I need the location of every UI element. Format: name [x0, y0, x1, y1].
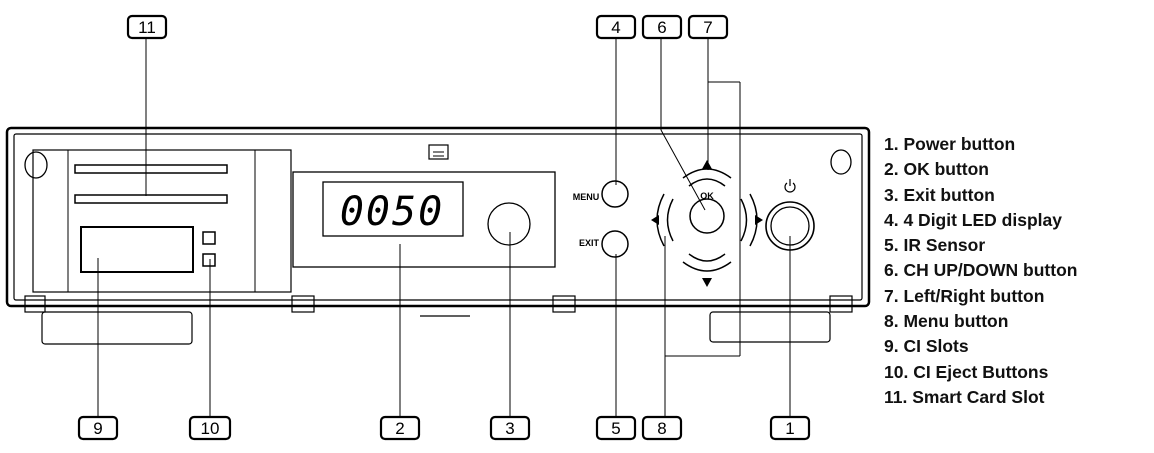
- callout-7: 7: [687, 14, 729, 40]
- callout-8: 8: [641, 415, 683, 441]
- right-screw-hole: [830, 149, 852, 175]
- callout-3-label: 3: [505, 419, 514, 438]
- callout-1-label: 1: [785, 419, 794, 438]
- nav-up-arrow-icon: [702, 160, 712, 169]
- legend-item: 7. Left/Right button: [884, 285, 1045, 306]
- callout-8-label: 8: [657, 419, 666, 438]
- legend-item: 9. CI Slots: [884, 336, 969, 357]
- callout-5: 5: [595, 415, 637, 441]
- menu-button-label: MENU: [573, 192, 600, 202]
- callout-4-label: 4: [611, 18, 620, 37]
- nav-up-arc: [682, 168, 732, 179]
- callout-11-label: 11: [138, 18, 156, 37]
- legend-item: 4. 4 Digit LED display: [884, 209, 1062, 230]
- callout-5-label: 5: [611, 419, 620, 438]
- led-display-digits: 0050: [340, 189, 444, 235]
- ci-eject-button-1: [202, 231, 216, 245]
- nav-left-arrow-icon: [651, 215, 659, 225]
- ok-button-label: OK: [700, 191, 714, 201]
- callout-6: 6: [641, 14, 683, 40]
- legend-item: 11. Smart Card Slot: [884, 386, 1045, 407]
- ir-sensor: [487, 202, 531, 246]
- callout-6-label: 6: [657, 18, 666, 37]
- callout-9: 9: [77, 415, 119, 441]
- ok-button: [689, 198, 725, 234]
- callout-10-label: 10: [201, 419, 220, 438]
- nav-down-arc: [682, 261, 732, 272]
- smart-card-slot: [74, 194, 228, 204]
- nav-right-arc-inner: [740, 198, 748, 242]
- legend-item: 5. IR Sensor: [884, 235, 986, 256]
- callout-3: 3: [489, 415, 531, 441]
- legend-item: 1. Power button: [884, 134, 1016, 154]
- nav-left-arc-inner: [666, 198, 674, 242]
- legend-item: 8. Menu button: [884, 311, 1009, 332]
- legend-item: 10. CI Eject Buttons: [884, 361, 1049, 382]
- legend-item: 2. OK button: [884, 159, 989, 180]
- left-screw-hole: [24, 151, 48, 179]
- panel-feet: [24, 295, 853, 345]
- callout-2-label: 2: [395, 419, 404, 438]
- navigation-cluster: [656, 168, 758, 272]
- nav-down-arc-inner: [688, 253, 726, 262]
- callout-9-label: 9: [93, 419, 102, 438]
- callout-1: 1: [769, 415, 811, 441]
- smart-card-slot-upper: [74, 164, 228, 174]
- callout-2: 2: [379, 415, 421, 441]
- legend-item: 6. CH UP/DOWN button: [884, 260, 1078, 281]
- legend-item: 3. Exit button: [884, 184, 995, 205]
- card-slot-section: [32, 149, 292, 293]
- nav-up-arc-inner: [688, 178, 726, 187]
- nav-down-arrow-icon: [702, 278, 712, 287]
- ci-eject-button-2: [202, 253, 216, 267]
- nav-right-arrow-icon: [755, 215, 763, 225]
- legend: 1. Power button 2. OK button 3. Exit but…: [884, 132, 1077, 410]
- callout-4: 4: [595, 14, 637, 40]
- callout-10: 10: [188, 415, 232, 441]
- callout-7-label: 7: [703, 18, 712, 37]
- menu-button: [601, 180, 629, 208]
- exit-button: [601, 230, 629, 258]
- callout-11: 11: [126, 14, 168, 40]
- exit-button-label: EXIT: [579, 238, 600, 248]
- power-symbol-icon: [784, 179, 796, 193]
